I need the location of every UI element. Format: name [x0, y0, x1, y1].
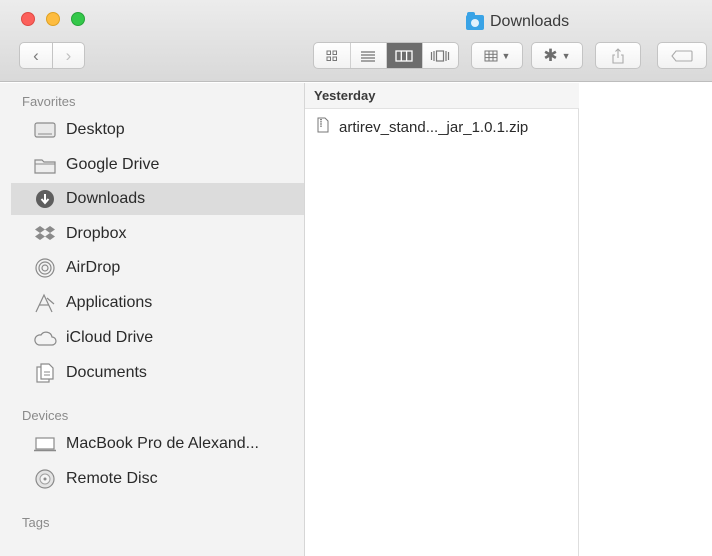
disc-icon	[33, 468, 57, 490]
sidebar-item-label: iCloud Drive	[66, 329, 154, 346]
share-icon	[612, 47, 624, 64]
list-view-button[interactable]	[349, 43, 386, 68]
share-button[interactable]	[595, 42, 641, 69]
tag-icon	[671, 49, 693, 62]
devices-section-label: Devices	[22, 408, 69, 423]
documents-icon	[33, 362, 57, 384]
navigation-buttons: ‹ ›	[19, 42, 85, 69]
sidebar-item-label: Applications	[66, 294, 153, 311]
icon-view-icon	[326, 50, 337, 61]
finder-window: Downloads ‹ › ▼ ✱ ▼ Favorites Desktop Go…	[0, 0, 712, 556]
zip-file-icon	[317, 117, 329, 137]
downloads-folder-icon	[466, 11, 484, 30]
favorites-section-label: Favorites	[22, 94, 76, 109]
sidebar-item-remote-disc[interactable]: Remote Disc	[11, 463, 304, 495]
arrange-grid-icon	[484, 50, 498, 61]
sidebar-item-icloud-drive[interactable]: iCloud Drive	[11, 322, 304, 354]
sidebar-item-label: Desktop	[66, 121, 125, 138]
window-title: Downloads	[466, 11, 569, 33]
desktop-icon	[33, 119, 57, 141]
action-menu-button[interactable]: ✱ ▼	[531, 42, 583, 69]
chevron-down-icon: ▼	[561, 50, 571, 61]
arrange-button[interactable]: ▼	[471, 42, 523, 69]
sidebar-item-label: MacBook Pro de Alexand...	[66, 435, 259, 452]
close-window-button[interactable]	[21, 12, 35, 26]
sidebar-item-label: AirDrop	[66, 259, 121, 276]
minimize-window-button[interactable]	[46, 12, 60, 26]
chevron-down-icon: ▼	[501, 50, 511, 61]
downloads-icon	[33, 188, 57, 210]
applications-icon	[33, 292, 57, 314]
sidebar-item-airdrop[interactable]: AirDrop	[11, 252, 304, 284]
chevron-left-icon: ‹	[33, 45, 39, 65]
sidebar-item-macbook-pro[interactable]: MacBook Pro de Alexand...	[11, 428, 304, 460]
cover-flow-icon	[431, 49, 450, 62]
chevron-right-icon: ›	[65, 45, 72, 65]
sidebar-item-dropbox[interactable]: Dropbox	[11, 218, 304, 250]
toolbar: Downloads ‹ › ▼ ✱ ▼	[0, 0, 712, 82]
airdrop-icon	[33, 257, 57, 279]
folder-icon	[33, 154, 57, 176]
forward-button[interactable]: ›	[51, 43, 84, 68]
sidebar-item-label: Google Drive	[66, 156, 160, 173]
dropbox-icon	[33, 223, 57, 245]
sidebar-item-applications[interactable]: Applications	[11, 287, 304, 319]
sidebar-item-google-drive[interactable]: Google Drive	[11, 149, 304, 181]
empty-column	[580, 83, 712, 556]
file-column: Yesterday artirev_stand..._jar_1.0.1.zip	[305, 83, 579, 556]
sidebar-item-label: Documents	[66, 364, 147, 381]
view-mode-selector	[313, 42, 459, 69]
laptop-icon	[33, 433, 57, 455]
gear-icon: ✱	[543, 45, 558, 65]
column-group-header: Yesterday	[305, 83, 579, 109]
sidebar-item-documents[interactable]: Documents	[11, 357, 304, 389]
file-name: artirev_stand..._jar_1.0.1.zip	[339, 118, 529, 136]
tags-section-label: Tags	[22, 515, 50, 530]
icon-view-button[interactable]	[314, 43, 350, 68]
sidebar-item-downloads[interactable]: Downloads	[11, 183, 304, 215]
tag-button[interactable]	[657, 42, 707, 69]
window-title-text: Downloads	[490, 13, 570, 30]
list-view-icon	[361, 50, 376, 62]
column-view-icon	[395, 49, 414, 62]
sidebar: Favorites Desktop Google Drive Downloads…	[0, 83, 305, 556]
sidebar-item-desktop[interactable]: Desktop	[11, 114, 304, 146]
sidebar-item-label: Downloads	[66, 190, 146, 207]
zoom-window-button[interactable]	[71, 12, 85, 26]
sidebar-item-label: Remote Disc	[66, 470, 158, 487]
file-row[interactable]: artirev_stand..._jar_1.0.1.zip	[305, 115, 579, 139]
cover-flow-view-button[interactable]	[421, 43, 458, 68]
back-button[interactable]: ‹	[20, 43, 52, 68]
column-view-button[interactable]	[385, 43, 422, 68]
cloud-icon	[33, 327, 57, 349]
sidebar-item-label: Dropbox	[66, 225, 127, 242]
